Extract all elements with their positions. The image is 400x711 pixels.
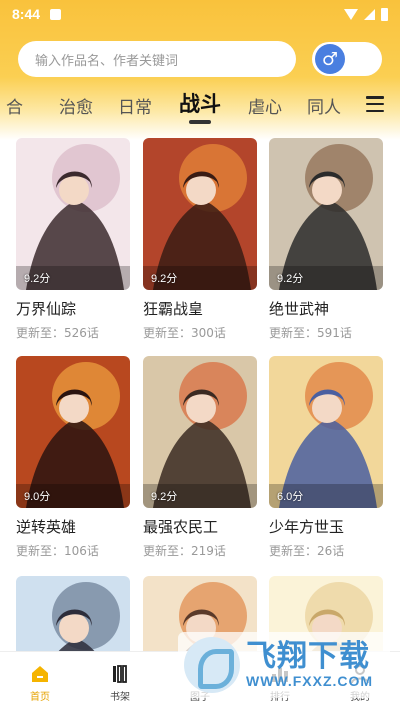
status-bar: 8:44 bbox=[0, 0, 400, 28]
nav-label-bookshelf: 书架 bbox=[110, 691, 130, 703]
tab-battle[interactable]: 战斗 bbox=[179, 88, 221, 118]
comic-card[interactable]: 9.2分 狂霸战皇 更新至：300话 bbox=[143, 138, 257, 341]
battery-icon bbox=[381, 7, 388, 21]
status-time: 8:44 bbox=[12, 6, 41, 22]
comic-cover: 6.0分 bbox=[269, 356, 383, 508]
cover-art bbox=[16, 356, 130, 508]
comic-cover: 9.2分 bbox=[143, 138, 257, 290]
comic-score: 9.2分 bbox=[151, 491, 178, 503]
home-icon bbox=[32, 665, 48, 682]
comic-cover: 9.2分 bbox=[143, 356, 257, 508]
comic-update: 更新至：526话 bbox=[16, 326, 99, 340]
comic-score: 9.2分 bbox=[24, 273, 51, 285]
watermark-url: WWW.FXXZ.COM bbox=[246, 673, 374, 689]
comic-title: 绝世武神 bbox=[269, 300, 330, 318]
status-icons bbox=[344, 7, 388, 21]
tab-daily[interactable]: 日常 bbox=[118, 93, 152, 118]
comic-score: 9.2分 bbox=[151, 273, 178, 285]
comic-title: 少年方世玉 bbox=[269, 518, 345, 536]
comic-cover: 9.0分 bbox=[16, 356, 130, 508]
image-notification-icon bbox=[50, 8, 62, 20]
tab-healing[interactable]: 治愈 bbox=[59, 93, 93, 118]
cover-art bbox=[143, 138, 257, 290]
comic-update: 更新至：106话 bbox=[16, 544, 99, 558]
bookshelf-icon bbox=[113, 664, 127, 683]
male-icon: ♂ bbox=[315, 44, 345, 74]
cover-art bbox=[143, 356, 257, 508]
comic-update: 更新至：219话 bbox=[143, 544, 226, 558]
search-input[interactable]: 输入作品名、作者关键词 bbox=[18, 41, 296, 77]
cover-art bbox=[269, 138, 383, 290]
watermark-logo-icon bbox=[184, 637, 240, 693]
tab-heartbreak[interactable]: 虐心 bbox=[248, 93, 282, 118]
search-row: 输入作品名、作者关键词 ♂ bbox=[18, 40, 384, 78]
wifi-icon bbox=[344, 8, 358, 20]
comic-cover: 9.2分 bbox=[16, 138, 130, 290]
tab-fan-works[interactable]: 同人 bbox=[307, 93, 341, 118]
comic-update: 更新至：591话 bbox=[269, 326, 352, 340]
comic-cover: 9.2分 bbox=[269, 138, 383, 290]
comic-score: 9.2分 bbox=[277, 273, 304, 285]
comic-score: 6.0分 bbox=[277, 491, 304, 503]
comic-card[interactable]: 9.0分 逆转英雄 更新至：106话 bbox=[16, 356, 130, 559]
comic-card[interactable]: 9.2分 绝世武神 更新至：591话 bbox=[269, 138, 383, 341]
signal-icon bbox=[364, 8, 375, 20]
comic-title: 最强农民工 bbox=[143, 518, 219, 536]
comic-update: 更新至：300话 bbox=[143, 326, 226, 340]
comic-card[interactable]: 6.0分 少年方世玉 更新至：26话 bbox=[269, 356, 383, 559]
watermark-text: 飞翔下载 bbox=[246, 639, 370, 674]
tab-combined[interactable]: 合 bbox=[6, 93, 23, 118]
gender-toggle[interactable]: ♂ bbox=[312, 42, 382, 76]
comic-title: 逆转英雄 bbox=[16, 518, 77, 536]
comic-title: 狂霸战皇 bbox=[143, 300, 204, 318]
cover-art bbox=[16, 138, 130, 290]
comic-card[interactable]: 9.2分 最强农民工 更新至：219话 bbox=[143, 356, 257, 559]
active-tab-indicator bbox=[189, 120, 211, 124]
nav-home[interactable]: 首页 bbox=[0, 652, 80, 711]
cover-art bbox=[269, 356, 383, 508]
comic-update: 更新至：26话 bbox=[269, 544, 345, 558]
category-tabs: 合 治愈 日常 战斗 虐心 同人 bbox=[0, 88, 400, 124]
nav-bookshelf[interactable]: 书架 bbox=[80, 652, 160, 711]
comic-score: 9.0分 bbox=[24, 491, 51, 503]
comic-title: 万界仙踪 bbox=[16, 300, 77, 318]
menu-icon[interactable] bbox=[366, 96, 384, 112]
comic-card[interactable]: 9.2分 万界仙踪 更新至：526话 bbox=[16, 138, 130, 341]
watermark: 飞翔下载 WWW.FXXZ.COM bbox=[178, 632, 390, 698]
nav-label-home: 首页 bbox=[30, 691, 50, 703]
